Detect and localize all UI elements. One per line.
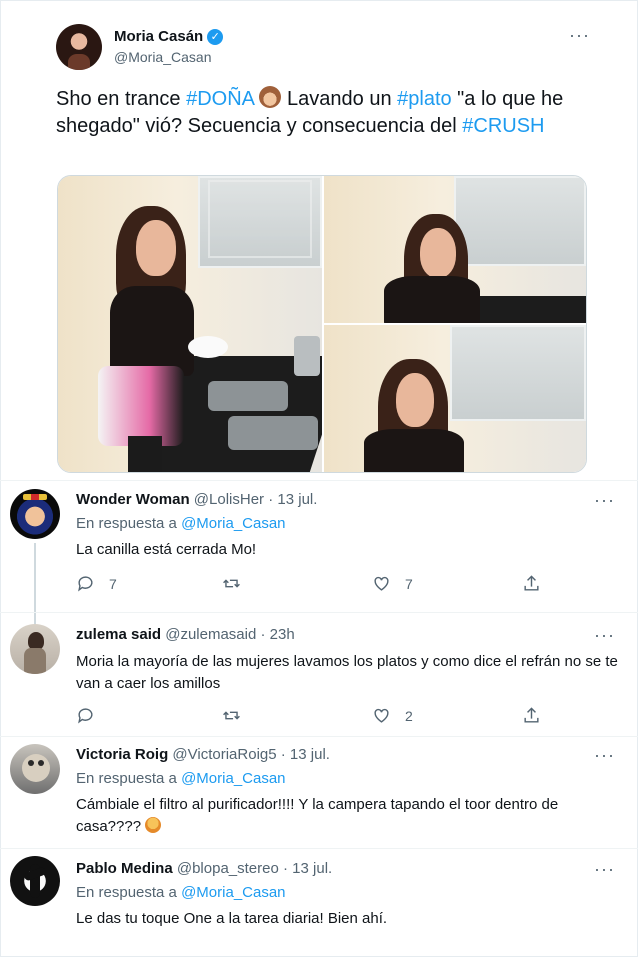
reply-date[interactable]: · 13 jul. [283, 860, 332, 877]
author-name-row[interactable]: Moria Casán ✓ [114, 28, 224, 45]
retweet-icon [223, 579, 240, 588]
reply-header: zulema said @zulemasaid · 23h [76, 626, 295, 643]
reply-author-handle[interactable]: @LolisHer [194, 491, 264, 508]
reply-icon [78, 708, 93, 724]
more-dots-icon[interactable]: ··· [594, 491, 615, 509]
separator [0, 736, 638, 737]
hashtag-plato[interactable]: #plato [397, 88, 452, 110]
reply-header: Victoria Roig @VictoriaRoig5 · 13 jul. [76, 746, 330, 763]
more-dots-icon[interactable]: ··· [594, 746, 615, 764]
tweet-text-part: Lavando un [281, 88, 398, 110]
reply-date[interactable]: · 13 jul. [281, 746, 330, 763]
reply-author-name[interactable]: Pablo Medina [76, 860, 173, 877]
media-photo-1[interactable] [58, 176, 322, 472]
hashtag-dona[interactable]: #DOÑA [186, 88, 254, 110]
author-avatar[interactable] [56, 24, 102, 70]
retweet-action[interactable] [222, 706, 241, 725]
reply-author-handle[interactable]: @blopa_stereo [177, 860, 279, 877]
more-dots-icon[interactable]: ··· [594, 626, 615, 644]
share-action[interactable] [522, 706, 541, 725]
tweet-text: Sho en trance #DOÑA Lavando un #plato "a… [56, 86, 596, 140]
tweet-media-grid [57, 175, 587, 473]
like-icon [374, 708, 389, 723]
replying-to: En respuesta a @Moria_Casan [76, 770, 286, 787]
more-dots-icon[interactable]: ··· [569, 26, 590, 44]
mention-link[interactable]: @Moria_Casan [181, 770, 285, 787]
reply-icon [78, 576, 93, 592]
share-icon [524, 707, 539, 723]
reply-text: Moria la mayoría de las mujeres lavamos … [76, 653, 618, 692]
author-name[interactable]: Moria Casán [114, 28, 203, 45]
replying-to-label: En respuesta a [76, 884, 177, 901]
reply-author-name[interactable]: zulema said [76, 626, 161, 643]
reply-action[interactable] [76, 706, 95, 725]
media-photo-3[interactable] [324, 325, 586, 472]
share-action[interactable] [522, 574, 541, 593]
separator [0, 848, 638, 849]
author-handle[interactable]: @Moria_Casan [114, 49, 211, 65]
reply-text: Le das tu toque One a la tarea diaria! B… [76, 910, 388, 927]
like-count: 2 [405, 707, 413, 724]
monkey-emoji-icon [259, 86, 282, 108]
more-dots-icon[interactable]: ··· [594, 860, 615, 878]
separator [0, 612, 638, 613]
reply-action[interactable]: 7 [76, 574, 117, 593]
share-icon [524, 575, 539, 591]
reply-header: Wonder Woman @LolisHer · 13 jul. [76, 491, 317, 508]
verified-badge-icon: ✓ [207, 28, 224, 45]
reply-actions: 2 [76, 706, 546, 728]
like-action[interactable]: 2 [372, 706, 413, 725]
reply-date[interactable]: · 23h [261, 626, 295, 643]
like-action[interactable]: 7 [372, 574, 413, 593]
retweet-action[interactable] [222, 574, 241, 593]
reply-author-handle[interactable]: @zulemasaid [165, 626, 256, 643]
reply-actions: 7 7 [76, 574, 546, 596]
like-icon [374, 576, 389, 591]
reply-header: Pablo Medina @blopa_stereo · 13 jul. [76, 860, 332, 877]
reply-date[interactable]: · 13 jul. [268, 491, 317, 508]
replying-to-label: En respuesta a [76, 770, 177, 787]
shrug-emoji-icon [145, 817, 162, 833]
avatar[interactable] [10, 856, 60, 906]
avatar[interactable] [10, 489, 60, 539]
replying-to: En respuesta a @Moria_Casan [76, 515, 286, 532]
hashtag-crush[interactable]: #CRUSH [462, 115, 544, 137]
separator [0, 480, 638, 481]
media-photo-2[interactable] [324, 176, 586, 323]
reply-count: 7 [109, 575, 117, 592]
avatar[interactable] [10, 744, 60, 794]
avatar[interactable] [10, 624, 60, 674]
reply-text: Cámbiale el filtro al purificador!!!! Y … [76, 794, 616, 838]
replying-to: En respuesta a @Moria_Casan [76, 884, 286, 901]
like-count: 7 [405, 575, 413, 592]
mention-link[interactable]: @Moria_Casan [181, 515, 285, 532]
reply-author-handle[interactable]: @VictoriaRoig5 [172, 746, 276, 763]
reply-text: La canilla está cerrada Mo! [76, 541, 257, 558]
retweet-icon [223, 711, 240, 720]
replying-to-label: En respuesta a [76, 515, 177, 532]
reply-author-name[interactable]: Victoria Roig [76, 746, 168, 763]
tweet-text-part: Sho en trance [56, 88, 187, 110]
mention-link[interactable]: @Moria_Casan [181, 884, 285, 901]
reply-author-name[interactable]: Wonder Woman [76, 491, 190, 508]
